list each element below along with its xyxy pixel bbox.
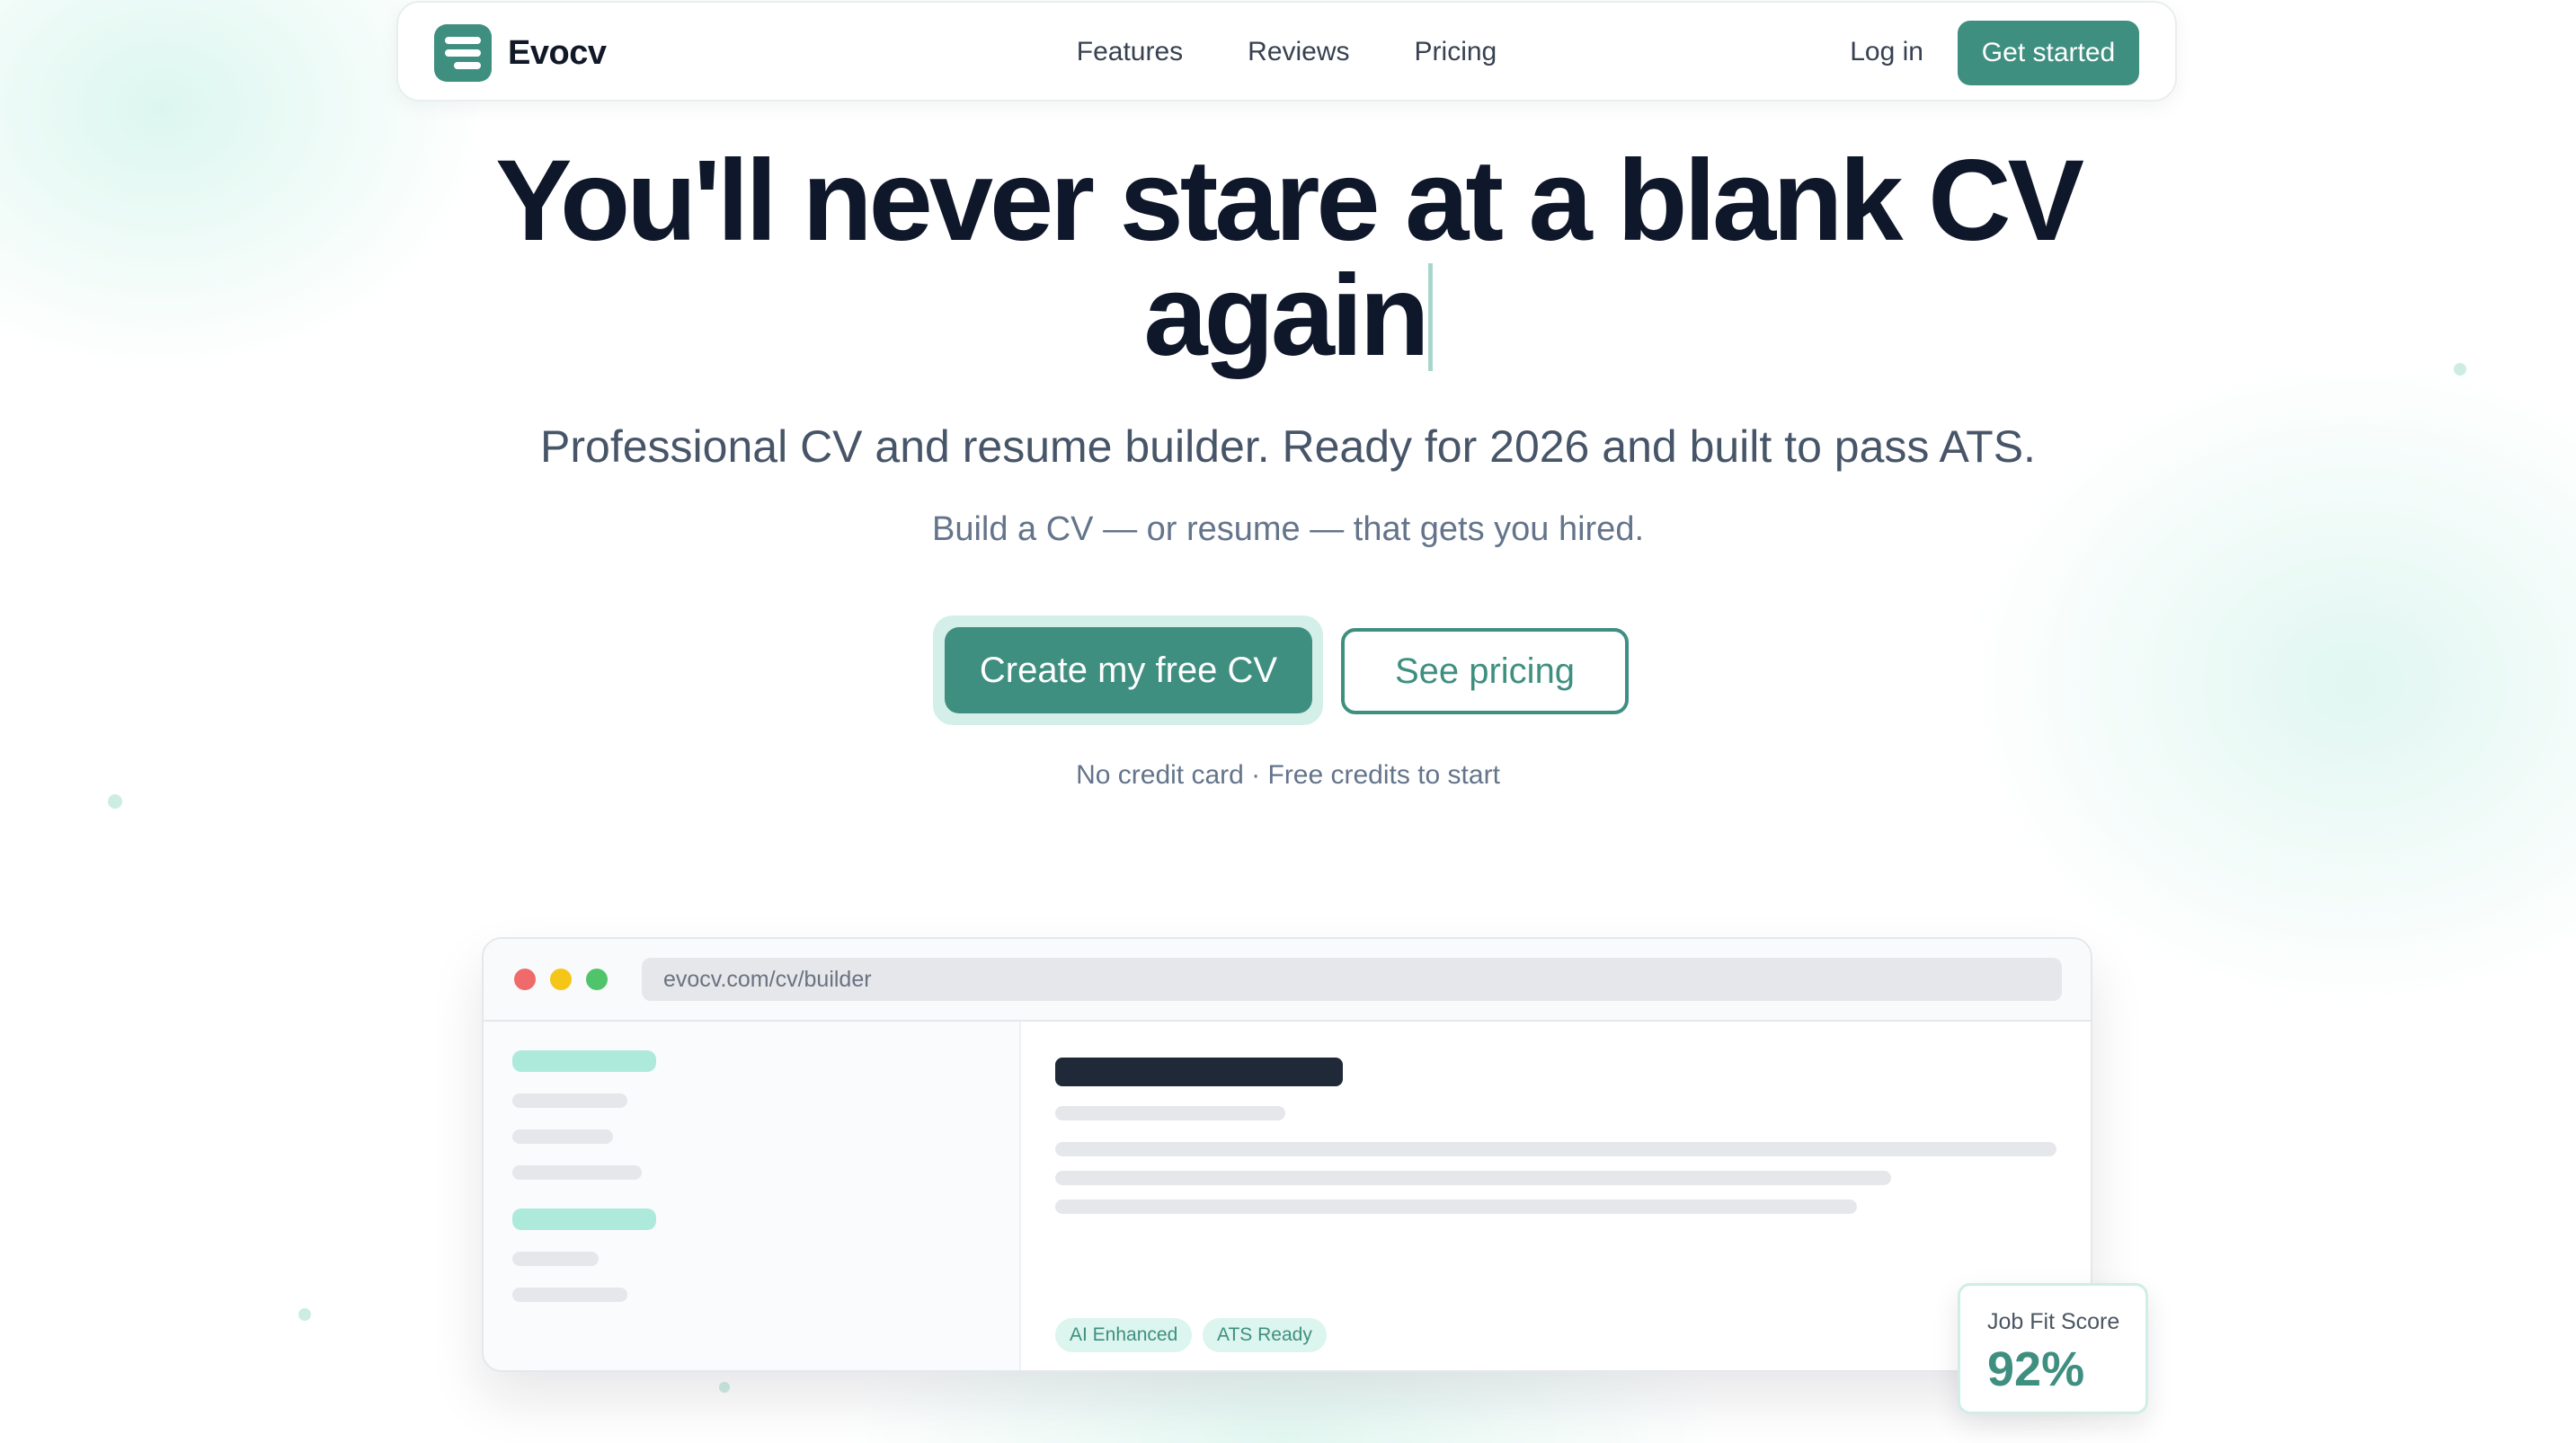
builder-preview-window: evocv.com/cv/builder AI Enhanced ATS Rea… (482, 937, 2092, 1372)
nav-link-pricing[interactable]: Pricing (1415, 37, 1497, 67)
skeleton-line (512, 1208, 656, 1230)
job-fit-score-value: 92% (1987, 1342, 2085, 1396)
skeleton-line (512, 1129, 613, 1144)
job-fit-score-label: Job Fit Score (1987, 1309, 2120, 1334)
close-dot-icon (514, 969, 536, 990)
decorative-dot (108, 794, 122, 809)
job-fit-score-card: Job Fit Score 92% (1958, 1283, 2148, 1414)
skeleton-line (1055, 1171, 1891, 1185)
hero-subtitle: Professional CV and resume builder. Read… (540, 421, 2036, 472)
ats-ready-badge: ATS Ready (1203, 1318, 1327, 1352)
skeleton-line (1055, 1200, 1857, 1214)
brand-name: Evocv (508, 33, 607, 72)
nav-link-reviews[interactable]: Reviews (1248, 37, 1349, 67)
landing-page: Evocv Features Reviews Pricing Log in Ge… (0, 0, 2576, 1443)
skeleton-line (512, 1252, 599, 1266)
hero-heading-line-2: again (0, 259, 2576, 374)
decorative-dot (298, 1308, 311, 1321)
skeleton-line (512, 1093, 627, 1108)
skeleton-line (512, 1288, 627, 1302)
skeleton-line (1055, 1106, 1285, 1120)
hero-heading-word: again (1143, 252, 1429, 380)
top-navigation-bar: Evocv Features Reviews Pricing Log in Ge… (396, 1, 2177, 102)
minimize-dot-icon (550, 969, 572, 990)
skeleton-line (512, 1050, 656, 1072)
login-link[interactable]: Log in (1850, 37, 1923, 67)
skeleton-line (512, 1165, 642, 1180)
create-free-cv-button[interactable]: Create my free CV (945, 627, 1312, 713)
skeleton-heading (1055, 1058, 1343, 1086)
stacked-lines-logo-icon (434, 24, 492, 82)
see-pricing-button[interactable]: See pricing (1341, 628, 1629, 714)
cta-note: No credit card · Free credits to start (1076, 760, 1500, 790)
brand-logo-link[interactable]: Evocv (434, 24, 607, 82)
typing-cursor (1427, 263, 1433, 371)
maximize-dot-icon (586, 969, 608, 990)
builder-document-skeleton: AI Enhanced ATS Ready (1021, 1022, 2091, 1370)
hero-tagline: Build a CV — or resume — that gets you h… (931, 510, 1645, 548)
builder-sidebar-skeleton (484, 1022, 1021, 1370)
browser-toolbar: evocv.com/cv/builder (484, 939, 2091, 1022)
skeleton-line (1055, 1142, 2056, 1156)
ai-enhanced-badge: AI Enhanced (1055, 1318, 1193, 1352)
decorative-dot (719, 1382, 730, 1393)
hero-heading: You'll never stare at a blank CV again (0, 144, 2576, 374)
nav-link-features[interactable]: Features (1077, 37, 1183, 67)
get-started-button[interactable]: Get started (1958, 21, 2139, 85)
address-bar: evocv.com/cv/builder (642, 958, 2062, 1001)
hero-heading-line-1: You'll never stare at a blank CV (495, 137, 2084, 265)
